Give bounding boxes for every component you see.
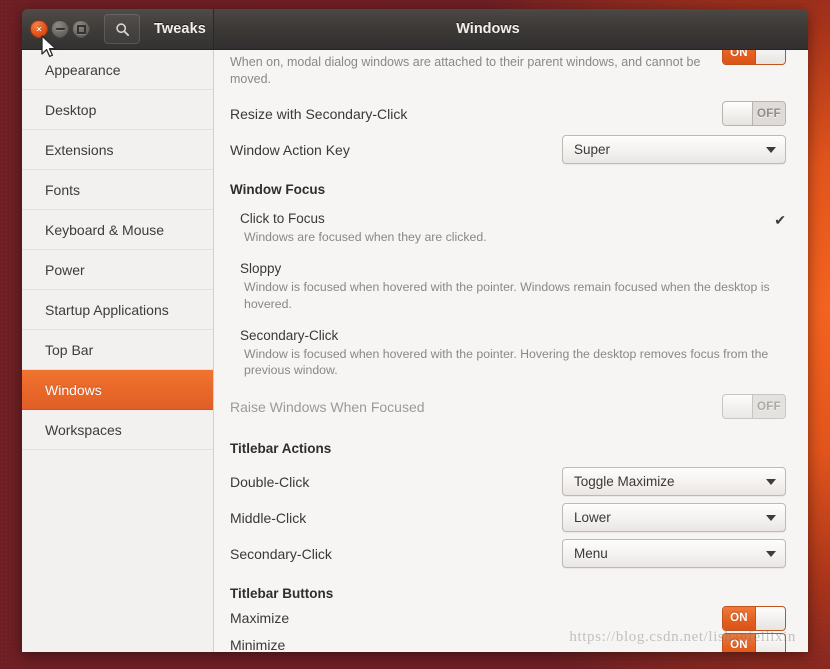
window-action-key-row: Window Action Key Super (228, 132, 788, 168)
sidebar-item-label: Keyboard & Mouse (45, 221, 165, 238)
maximize-toggle[interactable]: ON (722, 605, 786, 631)
toggle-knob (755, 606, 785, 630)
focus-option-description: Window is focused when hovered with the … (244, 347, 769, 378)
watermark-text: https://blog.csdn.net/lishanfeilixin (569, 629, 796, 645)
window-focus-heading: Window Focus (230, 181, 326, 197)
sidebar-item-label: Power (45, 261, 85, 278)
dropdown-value: Super (574, 142, 611, 158)
checkmark-icon (776, 326, 786, 329)
toggle-state-label: ON (723, 50, 755, 64)
focus-option-secondary-click[interactable]: Secondary-Click Window is focused when h… (228, 322, 788, 383)
chevron-down-icon (766, 146, 776, 153)
secondary-click-row: Secondary-Click Menu (228, 536, 788, 572)
double-click-label: Double-Click (230, 473, 310, 490)
window-action-key-label: Window Action Key (230, 141, 350, 158)
dropdown-value: Toggle Maximize (574, 474, 675, 490)
tweaks-window: × Tweaks Windows Appearance Desktop Exte… (22, 9, 808, 652)
dropdown-value: Lower (574, 510, 611, 526)
app-name-label: Tweaks (154, 21, 206, 37)
maximize-icon[interactable] (72, 20, 90, 38)
chevron-down-icon (766, 514, 776, 521)
double-click-dropdown[interactable]: Toggle Maximize (562, 467, 786, 497)
raise-windows-label: Raise Windows When Focused (230, 398, 425, 415)
focus-option-text: Secondary-Click Window is focused when h… (240, 326, 776, 379)
sidebar-item-power[interactable]: Power (22, 250, 213, 290)
titlebar-buttons-heading: Titlebar Buttons (230, 585, 334, 601)
raise-windows-row: Raise Windows When Focused OFF (228, 389, 788, 425)
sidebar-item-top-bar[interactable]: Top Bar (22, 330, 213, 370)
secondary-click-label: Secondary-Click (230, 545, 332, 562)
raise-windows-toggle[interactable]: OFF (722, 394, 786, 420)
attach-modal-dialogs-description: When on, modal dialog windows are attach… (230, 55, 701, 86)
dropdown-value: Menu (574, 546, 608, 562)
focus-option-text: Click to Focus Windows are focused when … (240, 209, 764, 245)
focus-option-description: Window is focused when hovered with the … (244, 280, 770, 311)
toggle-state-label: OFF (753, 395, 785, 419)
sidebar-item-extensions[interactable]: Extensions (22, 130, 213, 170)
sidebar-item-label: Desktop (45, 101, 97, 118)
resize-secondary-click-label: Resize with Secondary-Click (230, 105, 408, 122)
sidebar-item-label: Appearance (45, 61, 121, 78)
focus-option-title: Sloppy (240, 261, 282, 277)
sidebar-item-workspaces[interactable]: Workspaces (22, 410, 213, 450)
search-glyph (115, 22, 129, 36)
sidebar-item-label: Workspaces (45, 421, 122, 438)
page-title: Windows (456, 21, 520, 37)
focus-option-description: Windows are focused when they are clicke… (244, 230, 487, 244)
sidebar-item-fonts[interactable]: Fonts (22, 170, 213, 210)
resize-secondary-click-toggle[interactable]: OFF (722, 101, 786, 127)
secondary-click-dropdown[interactable]: Menu (562, 539, 786, 569)
window-titlebar: × Tweaks Windows (22, 9, 808, 50)
sidebar-item-desktop[interactable]: Desktop (22, 90, 213, 130)
desktop-background: × Tweaks Windows Appearance Desktop Exte… (0, 0, 830, 669)
focus-option-text: Sloppy Window is focused when hovered wi… (240, 259, 776, 312)
sidebar-item-startup-applications[interactable]: Startup Applications (22, 290, 213, 330)
sidebar-item-label: Top Bar (45, 341, 94, 358)
sidebar-item-label: Startup Applications (45, 301, 169, 318)
attach-modal-dialogs-toggle[interactable]: ON (722, 50, 786, 65)
minimize-label: Minimize (230, 637, 286, 652)
focus-option-click-to-focus[interactable]: Click to Focus Windows are focused when … (228, 205, 788, 255)
sidebar: Appearance Desktop Extensions Fonts Keyb… (22, 50, 214, 652)
titlebar-actions-heading: Titlebar Actions (230, 440, 332, 456)
toggle-knob (723, 102, 753, 126)
toggle-knob (755, 50, 785, 64)
toggle-state-label: OFF (753, 102, 785, 126)
focus-option-sloppy[interactable]: Sloppy Window is focused when hovered wi… (228, 255, 788, 322)
sidebar-item-label: Windows (45, 381, 102, 398)
chevron-down-icon (766, 550, 776, 557)
resize-secondary-click-row: Resize with Secondary-Click OFF (228, 96, 788, 132)
toggle-knob (723, 395, 753, 419)
checkmark-icon (776, 259, 786, 262)
maximize-label: Maximize (230, 610, 290, 627)
toggle-state-label: ON (723, 606, 755, 630)
sidebar-item-windows[interactable]: Windows (22, 370, 213, 410)
maximize-row: Maximize ON (228, 605, 788, 632)
focus-option-title: Secondary-Click (240, 327, 339, 343)
middle-click-label: Middle-Click (230, 509, 307, 526)
double-click-row: Double-Click Toggle Maximize (228, 464, 788, 500)
sidebar-item-label: Extensions (45, 141, 114, 158)
middle-click-row: Middle-Click Lower (228, 500, 788, 536)
settings-content: When on, modal dialog windows are attach… (214, 50, 808, 652)
attach-modal-dialogs-row: When on, modal dialog windows are attach… (228, 50, 788, 88)
chevron-down-icon (766, 478, 776, 485)
window-action-key-dropdown[interactable]: Super (562, 135, 786, 165)
focus-option-title: Click to Focus (240, 210, 325, 226)
sidebar-item-keyboard-mouse[interactable]: Keyboard & Mouse (22, 210, 213, 250)
middle-click-dropdown[interactable]: Lower (562, 503, 786, 533)
checkmark-icon: ✔ (774, 211, 786, 228)
close-glyph: × (36, 23, 42, 34)
window-body: Appearance Desktop Extensions Fonts Keyb… (22, 50, 808, 652)
mouse-cursor (41, 35, 57, 58)
sidebar-item-label: Fonts (45, 181, 81, 198)
search-icon[interactable] (104, 14, 140, 44)
